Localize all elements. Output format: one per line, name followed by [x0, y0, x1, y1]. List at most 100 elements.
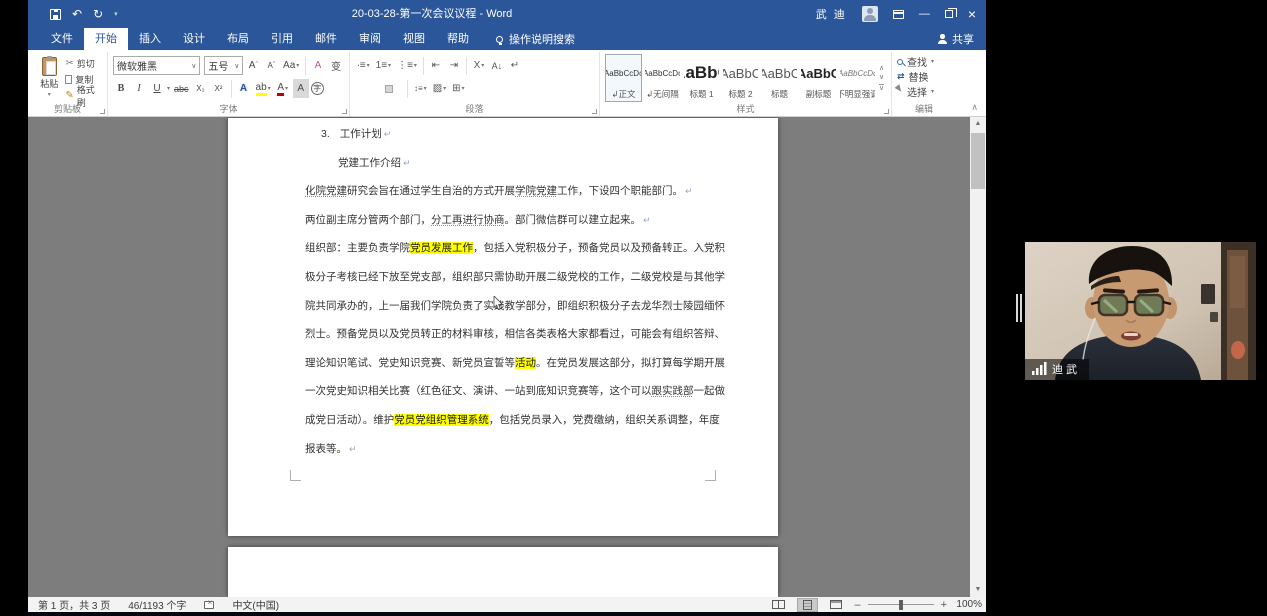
replace-button[interactable]: ⇄ 替换: [897, 69, 951, 84]
webcam-video-tile[interactable]: 迪 武: [1025, 242, 1256, 380]
panel-handle-icon[interactable]: [1016, 294, 1018, 322]
grow-font-button[interactable]: Aˆ: [245, 56, 261, 75]
style-card-副标题[interactable]: AaBbC副标题: [800, 54, 837, 102]
increase-indent-button[interactable]: ⇥: [446, 56, 462, 75]
zoom-out-button[interactable]: –: [854, 599, 860, 611]
zoom-slider[interactable]: [868, 604, 934, 605]
underline-button[interactable]: U: [149, 79, 165, 98]
style-name: 标题: [771, 88, 788, 100]
format-painter-button[interactable]: ✎ 格式刷: [65, 89, 102, 102]
user-avatar[interactable]: [862, 6, 878, 22]
minimize-button[interactable]: —: [919, 8, 930, 20]
distribute-button[interactable]: [395, 85, 403, 93]
panel-handle-icon[interactable]: [1020, 294, 1022, 322]
tab-审阅[interactable]: 审阅: [348, 28, 392, 50]
clear-formatting-button[interactable]: A: [310, 56, 326, 75]
scroll-up-icon[interactable]: ▲: [970, 117, 986, 131]
bold-button[interactable]: B: [113, 79, 129, 98]
scroll-down-icon[interactable]: ▼: [970, 583, 986, 597]
zoom-slider-thumb[interactable]: [899, 600, 903, 610]
word-count[interactable]: 46/1193 个字: [128, 597, 186, 612]
tab-帮助[interactable]: 帮助: [436, 28, 480, 50]
phonetic-guide-button[interactable]: 变: [328, 56, 344, 75]
document-page-1[interactable]: 3.工作计划↵党建工作介绍↵化院党建研究会旨在通过学生自治的方式开展学院党建工作…: [228, 118, 778, 536]
underline-caret-icon[interactable]: ▾: [167, 85, 170, 92]
style-card-标题[interactable]: AaBbC标题: [761, 54, 798, 102]
web-layout-button[interactable]: [825, 599, 847, 610]
zoom-level[interactable]: 100%: [954, 599, 982, 610]
style-card-正文[interactable]: AaBbCcDc↲正文: [605, 54, 642, 102]
show-marks-button[interactable]: ↵: [507, 56, 523, 75]
borders-button[interactable]: ⊞▾: [450, 79, 466, 98]
paste-button[interactable]: 粘贴 ▾: [33, 54, 65, 103]
enclose-characters-button[interactable]: 字: [311, 82, 324, 95]
style-card-标题 2[interactable]: AaBbC标题 2: [722, 54, 759, 102]
text-effects-button[interactable]: A: [236, 79, 252, 98]
styles-scroll-down-icon[interactable]: ∨: [879, 75, 884, 81]
close-button[interactable]: ×: [968, 0, 976, 28]
tab-布局[interactable]: 布局: [216, 28, 260, 50]
tab-开始[interactable]: 开始: [84, 28, 128, 50]
document-text: 两位副主席分管两个部门，: [305, 214, 431, 226]
style-card-标题 1[interactable]: AaBbC标题 1: [683, 54, 720, 102]
document-canvas[interactable]: 3.工作计划↵党建工作介绍↵化院党建研究会旨在通过学生自治的方式开展学院党建工作…: [28, 117, 970, 597]
zoom-in-button[interactable]: +: [941, 599, 947, 611]
tab-文件[interactable]: 文件: [40, 28, 84, 50]
print-layout-button[interactable]: [797, 598, 818, 612]
styles-dialog-launcher[interactable]: [884, 109, 889, 114]
style-card-无间隔[interactable]: AaBbCcDc↲无间隔: [644, 54, 681, 102]
ribbon-display-options-icon[interactable]: [893, 10, 904, 19]
restore-button[interactable]: [945, 10, 953, 18]
proofing-icon[interactable]: [204, 601, 214, 609]
shading-icon: ▨: [433, 83, 442, 94]
highlight-color-button[interactable]: ab: [256, 82, 267, 96]
scrollbar-thumb[interactable]: [971, 133, 985, 189]
tab-邮件[interactable]: 邮件: [304, 28, 348, 50]
numbering-button[interactable]: 1≡▾: [374, 56, 393, 75]
align-center-button[interactable]: [365, 85, 373, 93]
line-spacing-button[interactable]: ↕≡▾: [412, 79, 429, 98]
styles-more-icon[interactable]: ∨: [879, 84, 884, 92]
paragraph-dialog-launcher[interactable]: [592, 109, 597, 114]
tell-me-search[interactable]: 操作说明搜索: [496, 28, 575, 50]
find-button[interactable]: 查找 ▾: [897, 54, 951, 69]
character-shading-button[interactable]: A: [293, 79, 309, 98]
font-color-button[interactable]: A: [277, 82, 284, 96]
tab-设计[interactable]: 设计: [172, 28, 216, 50]
vertical-scrollbar[interactable]: ▲ ▼: [970, 117, 986, 597]
font-size-combo[interactable]: 五号 ∨: [204, 56, 243, 75]
shading-button[interactable]: ▨▾: [431, 79, 448, 98]
multilevel-list-button[interactable]: ⋮≡▾: [395, 56, 419, 75]
tab-引用[interactable]: 引用: [260, 28, 304, 50]
tab-插入[interactable]: 插入: [128, 28, 172, 50]
subscript-button[interactable]: X₂: [193, 79, 209, 98]
page-indicator[interactable]: 第 1 页，共 3 页: [38, 597, 110, 612]
italic-button[interactable]: I: [131, 79, 147, 98]
style-card-不明显强调[interactable]: AaBbCcDc不明显强调: [839, 54, 876, 102]
language-indicator[interactable]: 中文(中国): [232, 597, 279, 612]
superscript-button[interactable]: X²: [211, 79, 227, 98]
styles-scroll-up-icon[interactable]: ∧: [879, 66, 884, 72]
strikethrough-button[interactable]: abc: [172, 79, 191, 98]
cut-button[interactable]: ✂ 剪切: [65, 57, 102, 70]
select-button[interactable]: 选择 ▾: [897, 84, 951, 99]
font-dialog-launcher[interactable]: [342, 109, 347, 114]
bullets-button[interactable]: ∙≡▾: [355, 56, 372, 75]
justify-button[interactable]: [385, 85, 393, 93]
change-case-button[interactable]: Aa▾: [281, 56, 301, 75]
font-name-combo[interactable]: 微软雅黑 ∨: [113, 56, 200, 75]
clipboard-dialog-launcher[interactable]: [100, 109, 105, 114]
align-right-button[interactable]: [375, 85, 383, 93]
asian-layout-button[interactable]: X▾: [471, 56, 487, 75]
document-page-2[interactable]: [228, 547, 778, 597]
tab-视图[interactable]: 视图: [392, 28, 436, 50]
signed-in-user[interactable]: 武 迪: [816, 6, 847, 22]
share-button[interactable]: 共享: [937, 28, 974, 50]
align-left-button[interactable]: [355, 85, 363, 93]
decrease-indent-button[interactable]: ⇤: [428, 56, 444, 75]
shrink-font-button[interactable]: Aˇ: [263, 56, 279, 75]
collapse-ribbon-icon[interactable]: ∧: [971, 102, 978, 113]
sort-button[interactable]: A↓: [489, 56, 505, 75]
read-mode-button[interactable]: [767, 599, 790, 610]
cut-label: 剪切: [77, 57, 95, 70]
